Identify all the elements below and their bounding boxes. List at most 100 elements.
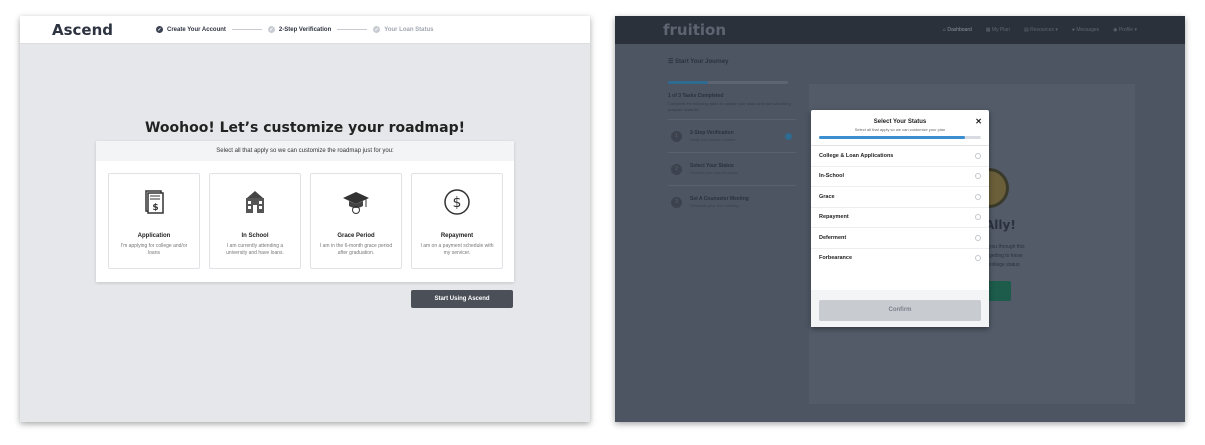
tasks-description: Complete the following tasks to update y… (668, 101, 791, 112)
option-label: College & Loan Applications (819, 152, 894, 159)
status-option[interactable]: In-School (811, 165, 989, 187)
task-subtitle: Verify your phone number (690, 137, 736, 142)
task-subtitle: Choose your current status (690, 170, 739, 175)
check-circle-icon: ✓ (373, 26, 381, 33)
task-number: 3 (671, 196, 682, 208)
task-item[interactable]: 1 2-Step Verification Verify your phone … (668, 119, 796, 152)
graduation-cap-icon (343, 192, 369, 214)
step-loan-status: ✓ Your Loan Status (373, 26, 434, 33)
onboarding-steps: ✓ Create Your Account ✓ 2-Step Verificat… (156, 26, 434, 33)
tile-description: I am currently attending a university an… (226, 243, 284, 256)
check-circle-icon: ✓ (156, 26, 163, 33)
document-dollar-icon: $ (145, 190, 164, 214)
tile-repayment[interactable]: $ Repayment I am on a payment schedule w… (411, 173, 503, 269)
status-option[interactable]: Repayment (811, 206, 989, 228)
progress-fill (819, 136, 965, 139)
tile-description: I am in the 6-month grace period after g… (319, 243, 393, 256)
task-title: Set A Counselor Meeting (690, 196, 749, 202)
sidebar-header: ☰ Start Your Journey (668, 59, 729, 65)
welcome-text: college status (989, 262, 1020, 268)
task-number: 2 (671, 163, 682, 175)
roadmap-instruction: Select all that apply so we can customiz… (96, 141, 514, 161)
radio-button[interactable] (975, 214, 981, 221)
ascend-screen: Ascend ✓ Create Your Account ✓ 2-Step Ve… (20, 16, 590, 422)
main-nav: ⌂ Dashboard ▦ My Plan ▤ Resources ▾ ● Me… (943, 27, 1137, 33)
svg-text:$: $ (152, 203, 158, 213)
nav-messages[interactable]: ● Messages (1072, 27, 1099, 33)
modal-progress-bar (819, 136, 981, 139)
chevron-down-icon: ▾ (1133, 27, 1137, 33)
task-subtitle: Schedule your first meeting (690, 203, 739, 208)
tile-application[interactable]: $ Application I'm applying for college a… (108, 173, 200, 269)
option-label: Grace (819, 193, 835, 200)
welcome-heading: Ally! (985, 218, 1016, 232)
progress-fill (668, 81, 708, 84)
option-label: Deferment (819, 234, 847, 241)
task-title: 2-Step Verification (690, 130, 734, 136)
nav-profile[interactable]: ◉ Profile ▾ (1113, 27, 1137, 33)
option-label: Repayment (819, 214, 849, 221)
tile-title: Application (137, 233, 171, 239)
fruition-logo[interactable]: fruition (663, 21, 726, 39)
select-status-modal: Select Your Status Select all that apply… (811, 110, 989, 327)
confirm-button[interactable]: Confirm (819, 299, 981, 321)
school-building-icon (246, 191, 264, 213)
nav-my-plan[interactable]: ▦ My Plan (986, 27, 1010, 33)
radio-button[interactable] (975, 255, 981, 262)
step-divider (337, 29, 368, 30)
fruition-screen: fruition ⌂ Dashboard ▦ My Plan ▤ Resourc… (615, 16, 1185, 422)
welcome-text: getting to know (989, 253, 1023, 259)
status-option[interactable]: Grace (811, 186, 989, 207)
step-divider (231, 29, 262, 30)
check-circle-icon: ✓ (267, 26, 275, 33)
close-icon[interactable]: ✕ (975, 117, 982, 126)
ascend-logo[interactable]: Ascend (52, 21, 156, 39)
chevron-down-icon: ▾ (1054, 27, 1058, 33)
tile-description: I'm applying for college and/or loans (120, 243, 188, 256)
tile-title: Grace Period (337, 233, 375, 239)
welcome-text: you through this (989, 244, 1025, 250)
step-label: Create Your Account (167, 26, 226, 33)
task-number: 1 (671, 130, 682, 142)
fruition-header: fruition ⌂ Dashboard ▦ My Plan ▤ Resourc… (615, 16, 1185, 44)
status-option[interactable]: College & Loan Applications (811, 145, 989, 166)
nav-resources[interactable]: ▤ Resources ▾ (1024, 27, 1058, 33)
task-item[interactable]: 3 Set A Counselor Meeting Schedule your … (668, 185, 796, 218)
tile-grace-period[interactable]: Grace Period I am in the 6-month grace p… (310, 173, 402, 269)
option-label: Forbearance (819, 255, 853, 262)
list-icon: ☰ (668, 59, 676, 65)
status-option[interactable]: Deferment (811, 227, 989, 248)
tasks-count: 1 of 3 Tasks Completed (668, 93, 724, 99)
journey-progress-bar (668, 81, 788, 84)
step-label: Your Loan Status (384, 26, 434, 33)
welcome-button[interactable] (987, 281, 1011, 301)
radio-button[interactable] (975, 193, 981, 200)
option-label: In-School (819, 173, 845, 180)
check-circle-icon (785, 132, 792, 140)
tile-in-school[interactable]: In School I am currently attending a uni… (209, 173, 301, 269)
task-item[interactable]: 2 Select Your Status Choose your current… (668, 152, 796, 185)
modal-subtitle: Select all that apply so we can customiz… (854, 127, 946, 132)
radio-button[interactable] (975, 173, 981, 180)
modal-title: Select Your Status (873, 119, 927, 125)
page-title: Woohoo! Let’s customize your roadmap! (144, 120, 465, 136)
dollar-circle-icon: $ (444, 189, 470, 215)
radio-button[interactable] (975, 234, 981, 241)
status-tiles: $ Application I'm applying for college a… (108, 173, 503, 269)
status-options: College & Loan Applications In-School Gr… (811, 145, 989, 268)
nav-dashboard[interactable]: ⌂ Dashboard (943, 27, 972, 33)
tile-title: In School (241, 233, 269, 239)
status-option[interactable]: Forbearance (811, 247, 989, 269)
radio-button[interactable] (975, 152, 981, 159)
tile-title: Repayment (440, 233, 474, 239)
roadmap-card: Select all that apply so we can customiz… (96, 141, 514, 282)
step-label: 2-Step Verification (278, 26, 332, 33)
modal-footer: Confirm (811, 290, 989, 327)
start-using-ascend-button[interactable]: Start Using Ascend (411, 290, 513, 308)
svg-text:$: $ (453, 195, 462, 211)
ascend-header: Ascend ✓ Create Your Account ✓ 2-Step Ve… (20, 16, 590, 44)
step-verification: ✓ 2-Step Verification (267, 26, 332, 33)
tile-description: I am on a payment schedule with my servi… (420, 243, 494, 256)
step-create-account: ✓ Create Your Account (156, 26, 226, 33)
task-title: Select Your Status (690, 163, 734, 169)
